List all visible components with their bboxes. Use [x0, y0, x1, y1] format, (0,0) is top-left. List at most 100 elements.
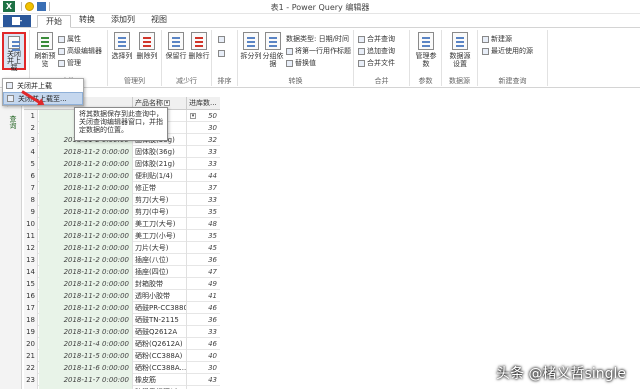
cell-product-name[interactable]: 插座(八位)	[132, 254, 186, 266]
row-number[interactable]: 5	[24, 158, 38, 170]
data-type-dropdown[interactable]: 数据类型: 日期/时间	[286, 34, 349, 44]
cell-product-name[interactable]: 剪刀(大号)	[132, 194, 186, 206]
cell-stock[interactable]: 45	[186, 242, 220, 254]
row-number[interactable]: 13	[24, 254, 38, 266]
cell-stock[interactable]: 35	[186, 230, 220, 242]
cell-product-name[interactable]: 美工刀(大号)	[132, 218, 186, 230]
table-row[interactable]: 23 2018-11-7 0:00:00 橡皮筋 43	[24, 374, 220, 386]
cell-product-name[interactable]: 硒鼓TN-2115	[132, 314, 186, 326]
cell-product-name[interactable]: 透明小胶带	[132, 290, 186, 302]
cell-date[interactable]: 2018-11-2 0:00:00	[39, 170, 132, 182]
filter-dropdown-icon[interactable]: ▾	[164, 100, 170, 106]
cell-stock[interactable]: 35	[186, 206, 220, 218]
row-number[interactable]: 12	[24, 242, 38, 254]
append-queries-button[interactable]: 追加查询	[358, 46, 395, 56]
table-row[interactable]: 6 2018-11-2 0:00:00 便利贴(1/4) 44	[24, 170, 220, 182]
cell-stock[interactable]: 47	[186, 266, 220, 278]
remove-columns-button[interactable]: 删除列	[136, 32, 158, 60]
tab-view[interactable]: 视图	[143, 14, 175, 27]
cell-stock[interactable]: 33	[186, 146, 220, 158]
table-row[interactable]: 13 2018-11-2 0:00:00 插座(八位) 36	[24, 254, 220, 266]
row-number[interactable]: 23	[24, 374, 38, 386]
cell-stock[interactable]: 36	[186, 254, 220, 266]
cell-date[interactable]: 2018-11-2 0:00:00	[39, 158, 132, 170]
row-number[interactable]: 2	[24, 122, 38, 134]
cell-date[interactable]: 2018-11-2 0:00:00	[39, 194, 132, 206]
row-number[interactable]: 21	[24, 350, 38, 362]
cell-stock[interactable]: 33	[186, 158, 220, 170]
cell-date[interactable]: 2018-11-4 0:00:00	[39, 338, 132, 350]
table-row[interactable]: 172018-11-2 0:00:00硒鼓PR-CC3880AX46	[24, 302, 220, 314]
menu-item-close-load[interactable]: 关闭并上载	[3, 79, 83, 92]
cell-product-name[interactable]: 橡皮筋	[132, 374, 186, 386]
cell-product-name[interactable]: 刀片(大号)	[132, 242, 186, 254]
table-row[interactable]: 5 2018-11-2 0:00:00 固体胶(21g) 33	[24, 158, 220, 170]
table-row[interactable]: 7 2018-11-2 0:00:00 修正带 37	[24, 182, 220, 194]
row-number[interactable]: 7	[24, 182, 38, 194]
table-row[interactable]: 12 2018-11-2 0:00:00 刀片(大号) 45	[24, 242, 220, 254]
cell-stock[interactable]: 30	[186, 122, 220, 134]
cell-stock[interactable]: 46	[186, 338, 220, 350]
cell-stock[interactable]: 41	[186, 290, 220, 302]
cell-stock[interactable]: 37	[186, 182, 220, 194]
cell-date[interactable]: 2018-11-2 0:00:00	[39, 254, 132, 266]
cell-stock[interactable]: 49	[186, 278, 220, 290]
merge-queries-button[interactable]: 合并查询	[358, 34, 395, 44]
cell-stock[interactable]: 30	[186, 362, 220, 374]
table-row[interactable]: 8 2018-11-2 0:00:00 剪刀(大号) 33	[24, 194, 220, 206]
keep-rows-button[interactable]: 保留行	[165, 32, 187, 60]
cell-stock[interactable]: 36	[186, 314, 220, 326]
cell-product-name[interactable]: 硒粉(CC388A...	[132, 362, 186, 374]
first-row-header-button[interactable]: 将第一行用作标题	[286, 46, 351, 56]
cell-date[interactable]: 2018-11-2 0:00:00	[39, 146, 132, 158]
sort-descending-button[interactable]	[218, 50, 225, 57]
tab-home[interactable]: 开始	[37, 15, 71, 28]
data-source-settings-button[interactable]: 数据源设置	[449, 32, 471, 68]
table-row[interactable]: 20 2018-11-4 0:00:00 硒粉(Q2612A) 46	[24, 338, 220, 350]
cell-stock[interactable]: 33	[186, 326, 220, 338]
cell-date[interactable]: 2018-11-2 0:00:00	[39, 218, 132, 230]
table-row[interactable]: 10 2018-11-2 0:00:00 美工刀(大号) 48	[24, 218, 220, 230]
row-number[interactable]: 10	[24, 218, 38, 230]
cell-date[interactable]: 2018-11-2 0:00:00	[39, 206, 132, 218]
cell-product-name[interactable]: 硒鼓PR-CC3880AX	[132, 302, 186, 314]
cell-product-name[interactable]: 便利贴(1/4)	[132, 170, 186, 182]
replace-values-button[interactable]: 替换值	[286, 58, 316, 68]
table-row[interactable]: 18 2018-11-2 0:00:00 硒鼓TN-2115 36	[24, 314, 220, 326]
cell-product-name[interactable]: 剪刀(中号)	[132, 206, 186, 218]
row-number[interactable]: 16	[24, 290, 38, 302]
column-header-stock[interactable]: 进库数...▾	[186, 97, 220, 119]
cell-date[interactable]: 2018-11-6 0:00:00	[39, 362, 132, 374]
remove-rows-button[interactable]: 删除行	[188, 32, 210, 60]
new-source-button[interactable]: 新建源	[482, 34, 512, 44]
row-number[interactable]: 9	[24, 206, 38, 218]
cell-product-name[interactable]: 固体胶(21g)	[132, 158, 186, 170]
cell-date[interactable]: 2018-11-2 0:00:00	[39, 290, 132, 302]
row-number[interactable]: 11	[24, 230, 38, 242]
cell-stock[interactable]: 44	[186, 170, 220, 182]
table-row[interactable]: 11 2018-11-2 0:00:00 美工刀(小号) 35	[24, 230, 220, 242]
manage-button[interactable]: 管理	[58, 58, 81, 68]
cell-date[interactable]: 2018-11-7 0:00:00	[39, 374, 132, 386]
cell-date[interactable]: 2018-11-2 0:00:00	[39, 182, 132, 194]
group-by-button[interactable]: 分组依据	[262, 32, 284, 68]
cell-product-name[interactable]: 插座(四位)	[132, 266, 186, 278]
row-number[interactable]: 20	[24, 338, 38, 350]
row-number[interactable]: 6	[24, 170, 38, 182]
combine-files-button[interactable]: 合并文件	[358, 58, 395, 68]
table-row[interactable]: 21 2018-11-5 0:00:00 硒粉(CC388A) 40	[24, 350, 220, 362]
file-tab[interactable]	[3, 15, 31, 27]
cell-stock[interactable]: 50	[186, 110, 220, 122]
cell-stock[interactable]: 33	[186, 194, 220, 206]
row-number[interactable]: 4	[24, 146, 38, 158]
cell-date[interactable]: 2018-11-2 0:00:00	[39, 302, 132, 314]
row-number[interactable]: 3	[24, 134, 38, 146]
cell-stock[interactable]: 46	[186, 302, 220, 314]
cell-product-name[interactable]: 固体胶(36g)	[132, 146, 186, 158]
cell-product-name[interactable]: 硒鼓Q2612A	[132, 326, 186, 338]
table-row[interactable]: 22 2018-11-6 0:00:00 硒粉(CC388A... 30	[24, 362, 220, 374]
row-number[interactable]: 17	[24, 302, 38, 314]
cell-stock[interactable]: 32	[186, 134, 220, 146]
table-row[interactable]: 19 2018-11-3 0:00:00 硒鼓Q2612A 33	[24, 326, 220, 338]
row-number[interactable]: 19	[24, 326, 38, 338]
